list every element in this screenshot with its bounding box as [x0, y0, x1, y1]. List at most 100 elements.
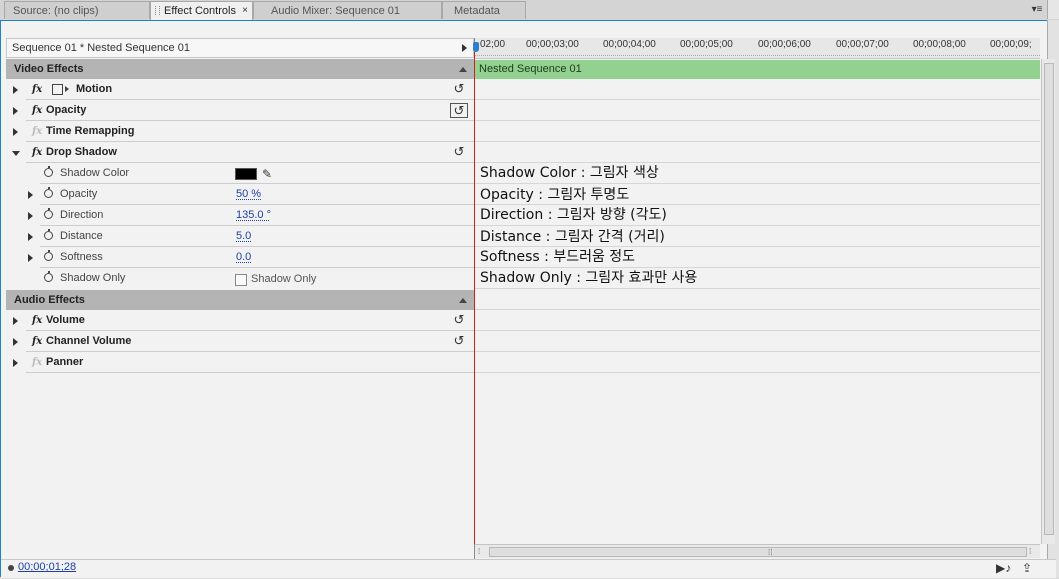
color-swatch[interactable]	[235, 168, 257, 180]
tab-close-icon[interactable]: ×	[242, 2, 248, 20]
reset-icon[interactable]: ↺	[452, 145, 466, 158]
param-value[interactable]: 50 %	[236, 184, 261, 205]
expand-arrow-icon[interactable]	[28, 254, 33, 262]
ruler-tick: 00;00;03;00	[526, 39, 579, 50]
time-ruler[interactable]: 02;00 00;00;03;00 00;00;04;00 00;00;05;0…	[475, 38, 1040, 59]
param-value[interactable]: 0.0	[236, 247, 251, 268]
reset-icon[interactable]: ↺	[452, 334, 466, 347]
collapse-up-icon[interactable]	[459, 298, 467, 303]
param-name: Shadow Color	[60, 167, 130, 179]
window-scrollbar-top[interactable]	[1047, 0, 1059, 19]
tab-audio-mixer[interactable]: Audio Mixer: Sequence 01	[253, 1, 442, 19]
shadow-only-checkbox[interactable]	[235, 274, 247, 286]
clip-bar[interactable]: Nested Sequence 01	[475, 60, 1040, 79]
vertical-scroll-thumb[interactable]	[1044, 63, 1054, 535]
param-row-opacity[interactable]: Opacity 50 %	[6, 184, 474, 205]
expand-arrow-icon[interactable]	[13, 86, 18, 94]
param-value[interactable]: 5.0	[236, 226, 251, 247]
current-timecode[interactable]: 00;00;01;28	[18, 561, 76, 573]
effect-name: Panner	[46, 356, 84, 368]
footer-bar	[1, 559, 1056, 578]
stopwatch-icon[interactable]	[44, 166, 53, 177]
ruler-tick: 00;00;04;00	[603, 39, 656, 50]
timeline-row	[475, 142, 1040, 163]
zoom-handle-right-icon[interactable]: ⁞	[1029, 547, 1031, 556]
stopwatch-icon[interactable]	[44, 271, 53, 282]
audio-effects-header[interactable]: Audio Effects	[6, 290, 474, 310]
ruler-tick: 00;00;07;00	[836, 39, 889, 50]
video-effects-header[interactable]: Video Effects	[6, 59, 474, 79]
expand-arrow-icon[interactable]	[28, 212, 33, 220]
tab-metadata[interactable]: Metadata	[442, 1, 526, 19]
effect-row-opacity[interactable]: fx Opacity ↺	[6, 100, 474, 121]
export-icon[interactable]: ⇪	[1022, 561, 1032, 575]
stopwatch-icon[interactable]	[44, 208, 53, 219]
param-row-distance[interactable]: Distance 5.0	[6, 226, 474, 247]
audio-effects-label: Audio Effects	[14, 294, 85, 306]
playhead-position-icon	[8, 565, 14, 571]
expand-arrow-icon[interactable]	[13, 317, 18, 325]
zoom-handle-left-icon[interactable]: ⁞	[478, 547, 480, 556]
expand-arrow-icon[interactable]	[28, 191, 33, 199]
playhead-handle[interactable]	[473, 42, 479, 52]
effect-name: Volume	[46, 314, 85, 326]
tab-effect-controls-label: Effect Controls	[164, 5, 236, 17]
tab-source-label: Source: (no clips)	[13, 5, 99, 17]
shadow-only-checkbox-label: Shadow Only	[251, 273, 317, 285]
timeline-row	[475, 289, 1040, 310]
ruler-tick: 00;00;06;00	[758, 39, 811, 50]
fx-toggle-icon[interactable]: fx	[32, 310, 42, 331]
effect-row-motion[interactable]: fx Motion ↺	[6, 79, 474, 100]
tab-grip-icon[interactable]	[155, 6, 160, 15]
expand-arrow-icon[interactable]	[13, 359, 18, 367]
sequence-path-header[interactable]: Sequence 01 * Nested Sequence 01	[6, 38, 474, 58]
collapse-arrow-icon[interactable]	[12, 151, 20, 156]
annotation-shadow-color: Shadow Color : 그림자 색상	[480, 165, 659, 181]
expand-arrow-icon[interactable]	[13, 128, 18, 136]
tab-effect-controls[interactable]: Effect Controls ×	[150, 1, 253, 21]
param-row-direction[interactable]: Direction 135.0 °	[6, 205, 474, 226]
fx-toggle-icon[interactable]: fx	[32, 100, 42, 121]
effect-row-drop-shadow[interactable]: fx Drop Shadow ↺	[6, 142, 474, 163]
stopwatch-icon[interactable]	[44, 229, 53, 240]
effect-row-volume[interactable]: fx Volume ↺	[6, 310, 474, 331]
video-effects-label: Video Effects	[14, 63, 84, 75]
ruler-tick: 00;00;08;00	[913, 39, 966, 50]
param-value[interactable]: 135.0 °	[236, 205, 271, 226]
play-audio-icon[interactable]: ▶♪	[996, 561, 1011, 575]
expand-arrow-icon[interactable]	[13, 107, 18, 115]
stopwatch-icon[interactable]	[44, 250, 53, 261]
param-row-shadow-only[interactable]: Shadow Only Shadow Only	[6, 268, 474, 289]
fx-toggle-icon[interactable]: fx	[32, 142, 42, 163]
tab-source[interactable]: Source: (no clips)	[4, 1, 150, 19]
effect-row-panner[interactable]: fx Panner	[6, 352, 474, 373]
param-row-softness[interactable]: Softness 0.0	[6, 247, 474, 268]
reset-icon[interactable]: ↺	[452, 82, 466, 95]
eyedropper-icon[interactable]: ✎	[262, 164, 272, 185]
reset-icon[interactable]: ↺	[452, 313, 466, 326]
fx-toggle-icon[interactable]: fx	[32, 79, 42, 100]
annotation-distance: Distance : 그림자 간격 (거리)	[480, 229, 665, 245]
fx-toggle-icon: fx	[32, 126, 43, 137]
reset-icon[interactable]: ↺	[450, 103, 468, 118]
effect-row-time-remapping[interactable]: fx Time Remapping	[6, 121, 474, 142]
timeline-row	[475, 79, 1040, 100]
annotation-softness: Softness : 부드러움 정도	[480, 249, 636, 265]
panel-menu-icon[interactable]: ▾≡	[1029, 3, 1045, 17]
show-timeline-arrow-icon[interactable]	[462, 44, 467, 52]
annotation-direction: Direction : 그림자 방향 (각도)	[480, 207, 667, 223]
transform-icon[interactable]	[52, 84, 69, 95]
fx-toggle-icon[interactable]: fx	[32, 331, 42, 352]
panel-tab-bar: Source: (no clips) Effect Controls × Aud…	[0, 0, 1059, 21]
ruler-dotted-line	[475, 54, 1040, 56]
param-row-shadow-color[interactable]: Shadow Color ✎	[6, 163, 474, 184]
expand-arrow-icon[interactable]	[13, 338, 18, 346]
param-name: Opacity	[60, 188, 98, 200]
stopwatch-icon[interactable]	[44, 187, 53, 198]
timeline-horizontal-scrollbar[interactable]: ⁞ ⁞⁞ ⁞	[475, 544, 1040, 558]
timeline-vertical-scrollbar[interactable]	[1041, 59, 1055, 544]
effect-row-channel-volume[interactable]: fx Channel Volume ↺	[6, 331, 474, 352]
horizontal-scroll-thumb[interactable]: ⁞⁞	[489, 547, 1027, 557]
collapse-up-icon[interactable]	[459, 67, 467, 72]
expand-arrow-icon[interactable]	[28, 233, 33, 241]
